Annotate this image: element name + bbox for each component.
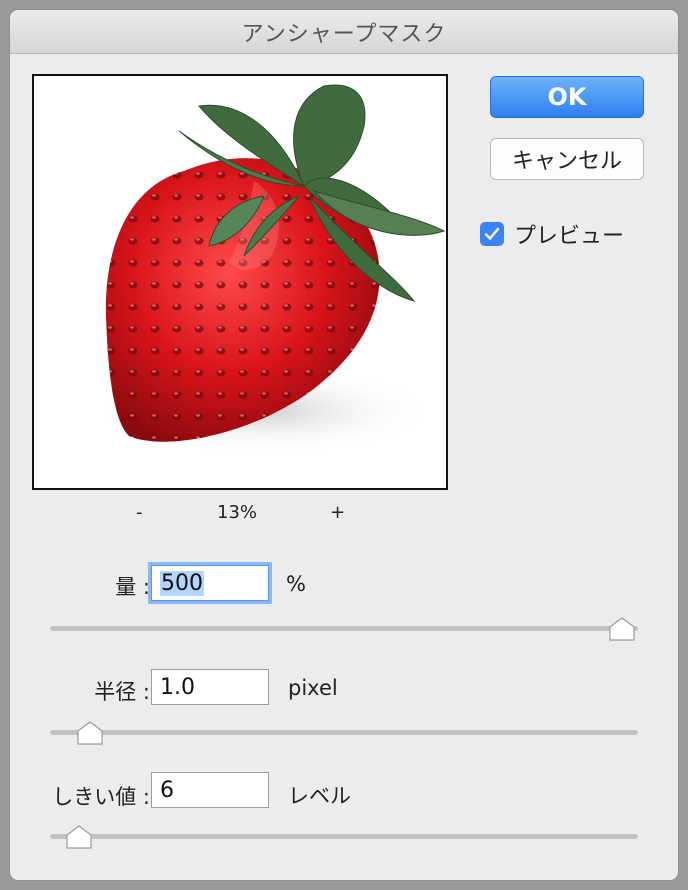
amount-unit: % [286,572,306,596]
threshold-value: 6 [160,777,174,803]
radius-label: 半径 : [94,680,150,704]
preview-image[interactable] [32,74,448,490]
radius-slider-track[interactable] [50,730,638,735]
cancel-button[interactable]: キャンセル [490,138,644,180]
amount-label: 量 : [115,575,150,599]
threshold-unit: レベル [288,784,351,808]
amount-value: 500 [160,570,204,596]
threshold-label: しきい値 : [52,785,150,809]
radius-value: 1.0 [160,674,195,700]
unsharp-mask-dialog: アンシャープマスク - 13% + OK キャンセル プレビュー 量: 500… [10,10,678,880]
zoom-out-button[interactable]: - [136,502,143,523]
checkmark-icon [484,227,500,240]
threshold-slider-thumb[interactable] [65,824,93,850]
amount-slider-thumb[interactable] [608,616,636,642]
ok-button[interactable]: OK [490,76,644,118]
amount-input[interactable]: 500 [151,565,269,601]
zoom-in-button[interactable]: + [330,502,345,523]
preview-label: プレビュー [514,224,625,249]
strawberry-image [94,84,446,456]
amount-slider-track[interactable] [50,626,638,631]
zoom-level: 13% [217,502,258,523]
threshold-slider-track[interactable] [50,834,638,839]
radius-unit: pixel [288,676,338,700]
radius-slider-thumb[interactable] [76,720,104,746]
radius-input[interactable]: 1.0 [151,669,269,705]
threshold-input[interactable]: 6 [151,772,269,808]
preview-toggle[interactable]: プレビュー [480,218,624,250]
preview-checkbox[interactable] [480,222,504,246]
window-title: アンシャープマスク [10,10,678,54]
